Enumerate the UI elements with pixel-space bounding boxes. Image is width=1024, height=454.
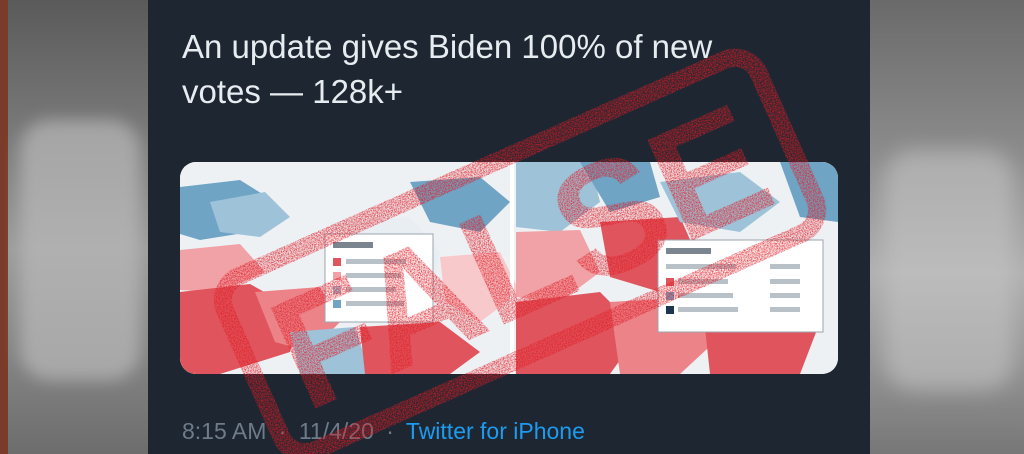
tweet-source-link[interactable]: Twitter for iPhone <box>406 418 585 444</box>
background-left <box>0 0 150 454</box>
election-map-image <box>180 162 838 374</box>
tweet-text: An update gives Biden 100% of new votes … <box>182 24 822 114</box>
tweet-media-image[interactable] <box>180 162 838 374</box>
background-shape <box>20 120 140 380</box>
background-edge-strip <box>0 0 8 454</box>
meta-separator: · <box>278 418 287 444</box>
tweet-card: An update gives Biden 100% of new votes … <box>148 0 870 454</box>
tweet-date[interactable]: 11/4/20 <box>299 418 374 444</box>
meta-separator: · <box>386 418 394 444</box>
background-shape <box>884 150 1014 390</box>
tweet-text-line-2: votes — 128k+ <box>182 73 404 110</box>
tweet-meta: 8:15 AM · 11/4/20 · Twitter for iPhone <box>182 418 585 445</box>
tweet-time[interactable]: 8:15 AM <box>182 418 266 444</box>
background-right <box>869 0 1024 454</box>
tweet-text-line-1: An update gives Biden 100% of new <box>182 28 713 65</box>
